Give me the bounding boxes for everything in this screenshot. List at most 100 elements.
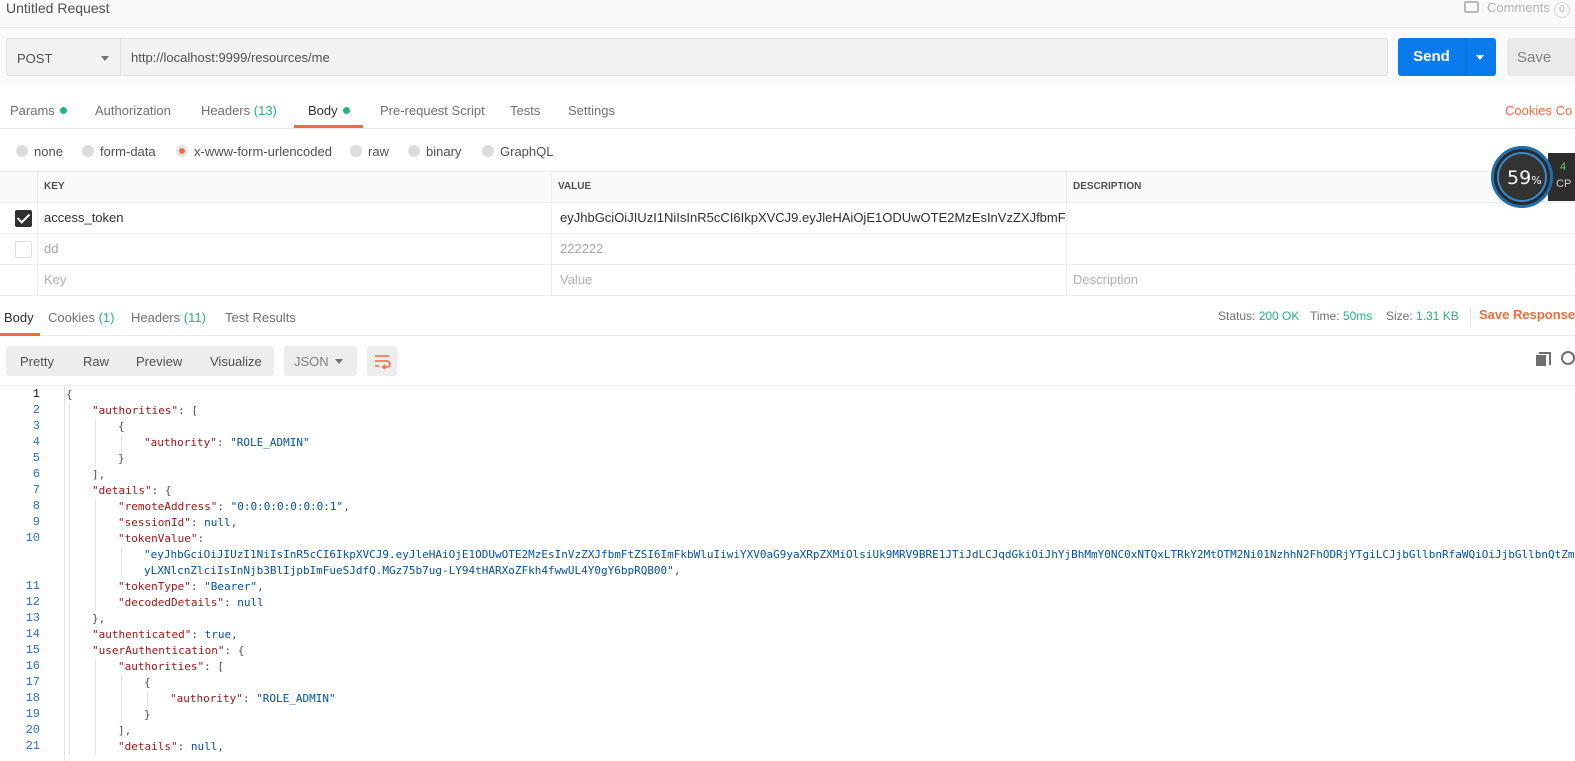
url-input[interactable] bbox=[121, 38, 1388, 76]
view-pretty-button[interactable]: Pretty bbox=[20, 354, 54, 369]
radio-graphql[interactable]: GraphQL bbox=[482, 144, 553, 159]
indent-guide bbox=[69, 659, 70, 675]
line-number: 14 bbox=[25, 627, 40, 641]
save-button[interactable]: Save bbox=[1507, 38, 1575, 76]
tab-params-label: Params bbox=[10, 103, 55, 118]
cpu-percent-value: 59 bbox=[1507, 167, 1532, 189]
line-number: 7 bbox=[32, 483, 40, 497]
chevron-down-icon bbox=[101, 56, 109, 61]
response-tab-body-label: Body bbox=[4, 310, 34, 325]
code-line: "details": null, bbox=[118, 740, 224, 753]
indent-guide bbox=[69, 483, 70, 499]
time-label: Time: bbox=[1310, 309, 1340, 323]
radio-x-www-form-urlencoded[interactable]: x-www-form-urlencoded bbox=[176, 144, 332, 159]
view-preview-button[interactable]: Preview bbox=[136, 354, 182, 369]
comments-button[interactable]: Comments 0 bbox=[1464, 0, 1570, 18]
radio-form-data[interactable]: form-data bbox=[82, 144, 156, 159]
comments-label: Comments bbox=[1487, 0, 1550, 15]
view-mode-group: Pretty Raw Preview Visualize bbox=[6, 346, 274, 376]
line-number: 15 bbox=[25, 643, 40, 657]
code-line: "userAuthentication": { bbox=[92, 644, 245, 657]
response-tab-headers[interactable]: Headers (11) bbox=[131, 310, 206, 325]
indent-guide bbox=[69, 547, 70, 563]
description-cell[interactable] bbox=[1066, 234, 1575, 264]
save-response-button[interactable]: Save Response bbox=[1470, 307, 1575, 327]
indent-guide bbox=[69, 595, 70, 611]
tab-settings[interactable]: Settings bbox=[568, 103, 615, 118]
indent-guide bbox=[95, 547, 96, 563]
comments-count: 0 bbox=[1553, 2, 1570, 18]
code-line: }, bbox=[92, 612, 106, 625]
row-enabled-checkbox[interactable] bbox=[15, 210, 32, 227]
value-placeholder[interactable]: Value bbox=[551, 265, 1066, 295]
indent-guide bbox=[95, 499, 96, 515]
view-visualize-button[interactable]: Visualize bbox=[210, 354, 262, 369]
radio-raw[interactable]: raw bbox=[350, 144, 389, 159]
indent-guide bbox=[121, 547, 122, 563]
save-label: Save bbox=[1517, 49, 1552, 66]
radio-binary[interactable]: binary bbox=[408, 144, 461, 159]
response-tab-body[interactable]: Body bbox=[4, 310, 34, 325]
indent-guide bbox=[69, 419, 70, 435]
response-tab-cookies[interactable]: Cookies (1) bbox=[48, 310, 114, 325]
status-readout: Status: 200 OK bbox=[1218, 309, 1299, 323]
line-number: 11 bbox=[25, 579, 40, 593]
status-dot bbox=[342, 107, 350, 114]
method-select[interactable]: POST bbox=[6, 38, 121, 76]
table-header-row: KEY VALUE DESCRIPTION bbox=[0, 172, 1575, 203]
code-line: "eyJhbGciOiJIUzI1NiIsInR5cCI6IkpXVCJ9.ey… bbox=[144, 548, 1575, 561]
view-raw-button[interactable]: Raw bbox=[83, 354, 109, 369]
line-number: 12 bbox=[25, 595, 40, 609]
key-cell[interactable]: dd bbox=[37, 234, 551, 264]
row-enabled-checkbox[interactable] bbox=[15, 241, 32, 258]
radio-circle bbox=[82, 145, 94, 157]
indent-guide bbox=[95, 659, 96, 675]
indent-guide bbox=[69, 739, 70, 755]
line-number: 4 bbox=[32, 435, 40, 449]
key-placeholder[interactable]: Key bbox=[37, 265, 551, 295]
tab-authorization[interactable]: Authorization bbox=[95, 103, 171, 118]
response-body-editor[interactable]: 1 {2 "authorities": [3 {4 "authority": "ROLE… bbox=[0, 385, 1575, 761]
tab-pre-request-script[interactable]: Pre-request Script bbox=[380, 103, 485, 118]
size-readout: Size: 1.31 KB bbox=[1386, 309, 1459, 323]
radio-binary-label: binary bbox=[426, 144, 462, 159]
format-value: JSON bbox=[294, 354, 329, 369]
indent-guide bbox=[95, 739, 96, 755]
code-line: } bbox=[118, 452, 125, 465]
key-cell[interactable]: access_token bbox=[37, 203, 551, 233]
tab-body[interactable]: Body bbox=[308, 103, 350, 118]
wrap-lines-button[interactable] bbox=[367, 346, 397, 376]
value-cell[interactable]: 222222 bbox=[551, 234, 1066, 264]
body-type-selector: none form-data x-www-form-urlencoded raw… bbox=[0, 129, 1575, 171]
line-number: 3 bbox=[32, 419, 40, 433]
format-select[interactable]: JSON bbox=[284, 346, 357, 376]
chevron-down-icon bbox=[335, 359, 343, 364]
tab-headers[interactable]: Headers (13) bbox=[201, 103, 277, 118]
search-icon[interactable] bbox=[1561, 351, 1575, 365]
indent-guide bbox=[69, 531, 70, 547]
tab-params[interactable]: Params bbox=[10, 103, 67, 118]
cpu-gauge[interactable]: 59% bbox=[1491, 146, 1553, 208]
copy-icon[interactable] bbox=[1536, 352, 1551, 366]
cookies-link[interactable]: Cookies Co bbox=[1505, 103, 1572, 118]
send-options-chevron-icon[interactable] bbox=[1476, 55, 1484, 60]
send-button[interactable]: Send bbox=[1398, 38, 1496, 76]
indent-guide bbox=[69, 435, 70, 451]
code-link-label[interactable]: Co bbox=[1556, 103, 1573, 118]
tab-headers-count: (13) bbox=[253, 103, 277, 118]
request-title[interactable]: Untitled Request bbox=[6, 0, 110, 16]
description-placeholder[interactable]: Description bbox=[1066, 265, 1575, 295]
value-cell[interactable]: eyJhbGciOiJIUzI1NiIsInR5cCI6IkpXVCJ9.eyJ… bbox=[551, 203, 1066, 233]
response-tab-test-results[interactable]: Test Results bbox=[225, 310, 296, 325]
code-line: { bbox=[144, 676, 151, 689]
editor-gutter-line bbox=[64, 386, 65, 761]
radio-none[interactable]: none bbox=[16, 144, 63, 159]
description-cell[interactable] bbox=[1066, 203, 1575, 233]
indent-guide bbox=[95, 419, 96, 435]
radio-form-data-label: form-data bbox=[100, 144, 156, 159]
indent-guide bbox=[69, 403, 70, 419]
time-readout: Time: 50ms bbox=[1310, 309, 1372, 323]
tab-tests[interactable]: Tests bbox=[510, 103, 540, 118]
radio-circle bbox=[482, 145, 494, 157]
cookies-link-label: Cookies bbox=[1505, 103, 1552, 118]
